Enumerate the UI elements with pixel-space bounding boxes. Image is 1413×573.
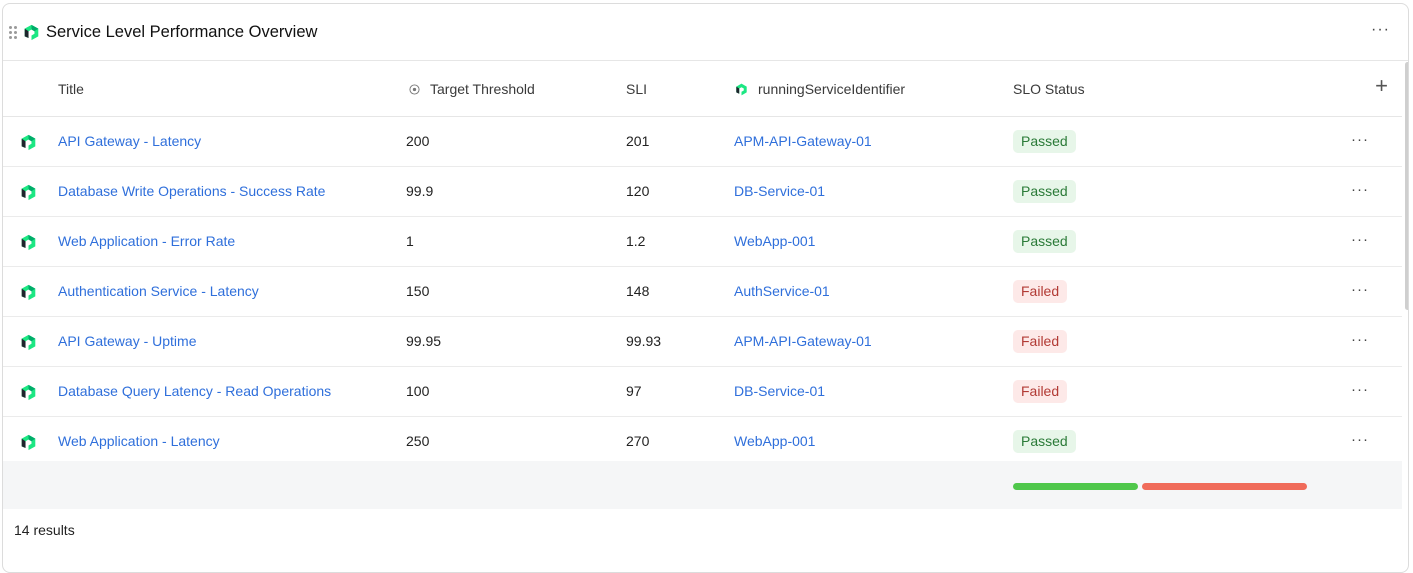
entity-logo-icon	[21, 384, 36, 401]
row-title-link[interactable]: Authentication Service - Latency	[58, 283, 259, 299]
table-header-row: Title Target Threshold SLI runningServic…	[3, 61, 1402, 117]
row-service-link[interactable]: DB-Service-01	[734, 183, 825, 199]
slo-status-badge: Passed	[1013, 430, 1076, 453]
table-row[interactable]: Database Write Operations - Success Rate…	[3, 167, 1402, 217]
passed-proportion-bar	[1013, 483, 1138, 490]
row-target-threshold: 100	[406, 383, 430, 399]
slo-status-badge: Failed	[1013, 380, 1068, 403]
row-target-threshold: 1	[406, 233, 414, 249]
row-title-link[interactable]: Database Write Operations - Success Rate	[58, 183, 325, 199]
row-more-menu-icon[interactable]: ···	[1351, 181, 1369, 198]
row-title-link[interactable]: Web Application - Latency	[58, 433, 220, 449]
row-service-link[interactable]: APM-API-Gateway-01	[734, 333, 872, 349]
vertical-scrollbar[interactable]	[1405, 62, 1408, 310]
widget-more-menu-icon[interactable]: ···	[1371, 21, 1390, 39]
column-header-slo-status[interactable]: SLO Status	[1013, 81, 1085, 97]
row-title-link[interactable]: Database Query Latency - Read Operations	[58, 383, 331, 399]
row-more-menu-icon[interactable]: ···	[1351, 281, 1369, 298]
row-title-link[interactable]: API Gateway - Uptime	[58, 333, 197, 349]
row-more-menu-icon[interactable]: ···	[1351, 131, 1369, 148]
new-relic-logo-icon	[24, 24, 39, 41]
row-target-threshold: 99.95	[406, 333, 442, 349]
row-sli: 201	[626, 133, 650, 149]
row-sli: 99.93	[626, 333, 662, 349]
row-target-threshold: 200	[406, 133, 430, 149]
table-row[interactable]: Database Query Latency - Read Operations…	[3, 367, 1402, 417]
table-row[interactable]: Authentication Service - Latency 150 148 Au…	[3, 267, 1402, 317]
entity-logo-icon	[21, 184, 36, 201]
column-header-running-service-identifier[interactable]: runningServiceIdentifier	[735, 81, 905, 97]
entity-logo-icon	[21, 134, 36, 151]
row-more-menu-icon[interactable]: ···	[1351, 431, 1369, 448]
row-service-link[interactable]: APM-API-Gateway-01	[734, 133, 872, 149]
row-target-threshold: 99.9	[406, 183, 434, 199]
row-more-menu-icon[interactable]: ···	[1351, 381, 1369, 398]
table-row[interactable]: API Gateway - Latency 200 201 APM-API-Gatew…	[3, 117, 1402, 167]
slo-table: Title Target Threshold SLI runningServic…	[3, 61, 1402, 467]
add-column-button[interactable]: +	[1375, 75, 1388, 97]
column-header-sli[interactable]: SLI	[626, 81, 647, 97]
target-icon	[409, 83, 420, 95]
row-service-link[interactable]: WebApp-001	[734, 433, 815, 449]
entity-logo-icon	[21, 234, 36, 251]
slo-status-badge: Failed	[1013, 280, 1068, 303]
failed-proportion-bar	[1142, 483, 1307, 490]
widget-header: Service Level Performance Overview ···	[3, 4, 1408, 61]
slo-status-badge: Passed	[1013, 230, 1076, 253]
row-more-menu-icon[interactable]: ···	[1351, 331, 1369, 348]
row-sli: 120	[626, 183, 650, 199]
row-sli: 270	[626, 433, 650, 449]
table-row[interactable]: Web Application - Error Rate 1 1.2 WebApp-0…	[3, 217, 1402, 267]
row-service-link[interactable]: DB-Service-01	[734, 383, 825, 399]
row-sli: 97	[626, 383, 642, 399]
table-body: API Gateway - Latency 200 201 APM-API-Gatew…	[3, 117, 1402, 467]
row-target-threshold: 150	[406, 283, 430, 299]
entity-logo-icon	[21, 284, 36, 301]
slo-status-badge: Passed	[1013, 130, 1076, 153]
results-count: 14 results	[14, 522, 75, 538]
entity-logo-icon	[21, 434, 36, 451]
column-header-target-threshold[interactable]: Target Threshold	[409, 81, 535, 97]
drag-handle-icon[interactable]	[9, 26, 18, 40]
row-service-link[interactable]: AuthService-01	[734, 283, 830, 299]
slo-status-badge: Failed	[1013, 330, 1068, 353]
slo-status-badge: Passed	[1013, 180, 1076, 203]
row-more-menu-icon[interactable]: ···	[1351, 231, 1369, 248]
row-sli: 148	[626, 283, 650, 299]
column-header-title[interactable]: Title	[58, 81, 84, 97]
row-sli: 1.2	[626, 233, 646, 249]
row-target-threshold: 250	[406, 433, 430, 449]
entity-logo-icon	[21, 334, 36, 351]
status-summary-bar	[3, 461, 1402, 509]
row-title-link[interactable]: Web Application - Error Rate	[58, 233, 235, 249]
service-entity-icon	[736, 83, 747, 95]
table-row[interactable]: API Gateway - Uptime 99.95 99.93 APM-API-Ga…	[3, 317, 1402, 367]
widget-card: Service Level Performance Overview ··· T…	[2, 3, 1409, 573]
widget-title: Service Level Performance Overview	[46, 23, 318, 41]
row-service-link[interactable]: WebApp-001	[734, 233, 815, 249]
table-row[interactable]: Web Application - Latency 250 270 WebApp-00…	[3, 417, 1402, 467]
row-title-link[interactable]: API Gateway - Latency	[58, 133, 201, 149]
